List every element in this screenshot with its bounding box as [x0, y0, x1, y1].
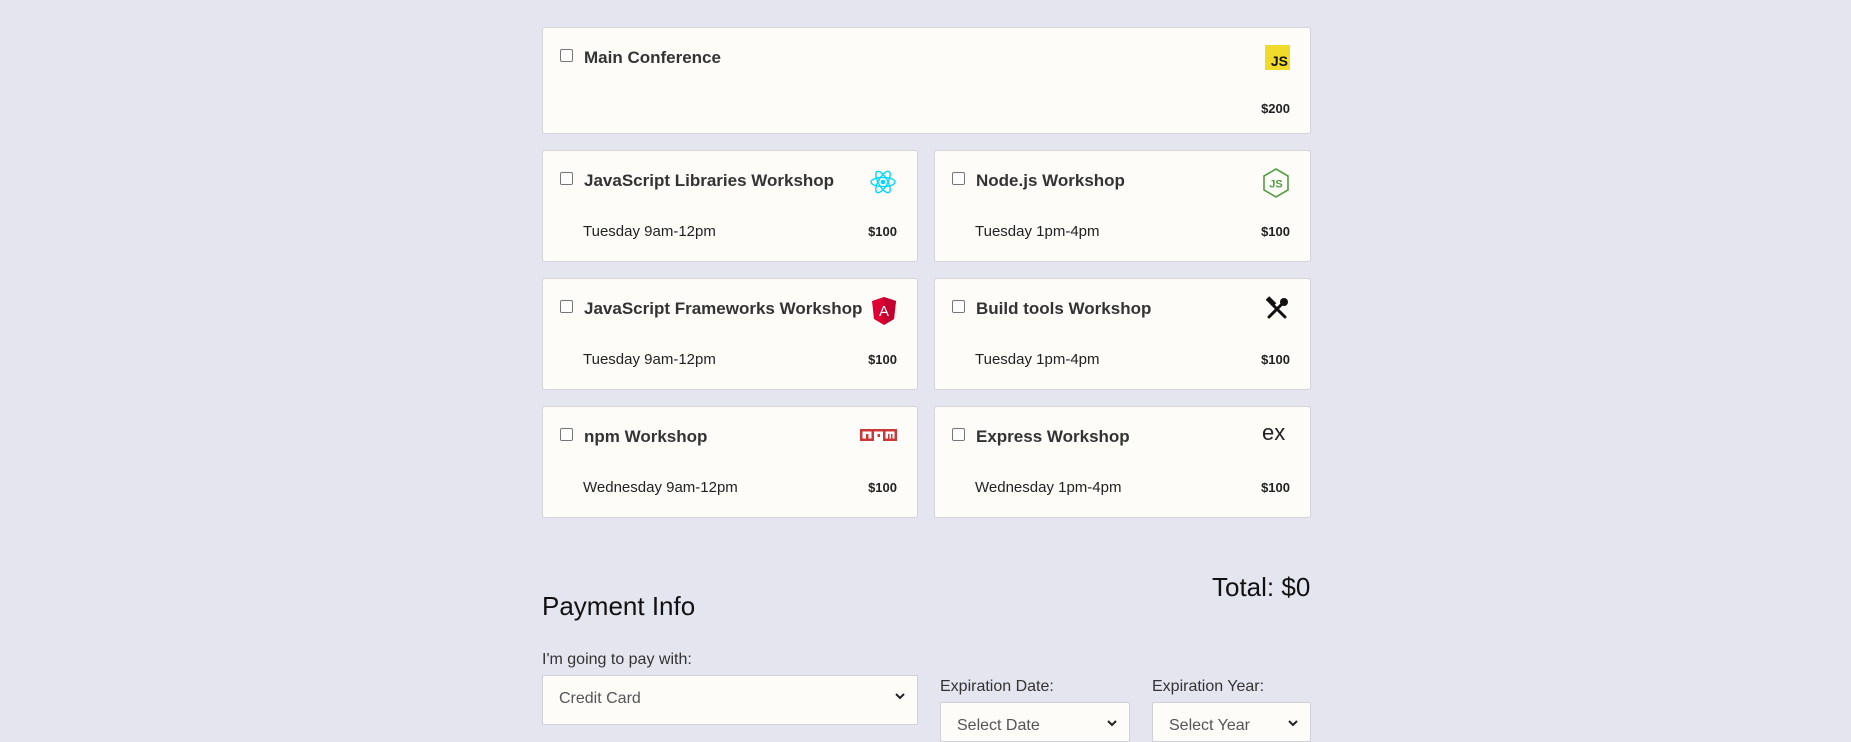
expiration-year-select[interactable]: Select Year — [1152, 702, 1311, 742]
expiration-date-select[interactable]: Select Date — [940, 702, 1130, 742]
chevron-down-icon — [893, 689, 907, 708]
activity-name: JavaScript Libraries Workshop — [584, 171, 835, 190]
js-libraries-checkbox[interactable] — [560, 172, 573, 185]
svg-text:JS: JS — [1269, 179, 1282, 191]
chevron-down-icon — [1105, 716, 1119, 735]
activity-name: Express Workshop — [976, 427, 1130, 446]
activity-npm[interactable]: npm Workshop Wednesday 9am-12pm $100 — [542, 406, 918, 518]
activity-time: Tuesday 1pm-4pm — [975, 223, 1100, 240]
npm-checkbox[interactable] — [560, 428, 573, 441]
activity-time: Tuesday 9am-12pm — [583, 351, 716, 368]
nodejs-checkbox[interactable] — [952, 172, 965, 185]
express-icon: ex — [1262, 420, 1290, 450]
nodejs-icon: JS — [1262, 168, 1290, 203]
activity-name: JavaScript Frameworks Workshop — [584, 299, 863, 318]
react-icon — [869, 168, 897, 201]
activity-price: $100 — [1261, 352, 1290, 367]
activity-time: Wednesday 1pm-4pm — [975, 479, 1122, 496]
svg-text:A: A — [879, 303, 889, 320]
angular-icon: A — [871, 296, 897, 331]
payment-info-title: Payment Info — [542, 591, 696, 621]
activity-price: $100 — [868, 480, 897, 495]
activity-name: Main Conference — [584, 48, 721, 67]
activity-price: $200 — [1261, 101, 1290, 116]
payment-method-select[interactable]: Credit Card — [542, 675, 918, 725]
total-cost: Total: $0 — [1212, 572, 1311, 602]
payment-method-label: I'm going to pay with: — [542, 651, 692, 668]
activity-build-tools[interactable]: Build tools Workshop Tuesday 1pm-4pm $10… — [934, 278, 1311, 390]
payment-method-value: Credit Card — [559, 690, 641, 707]
activity-time: Wednesday 9am-12pm — [583, 479, 738, 496]
npm-icon — [860, 429, 897, 449]
activity-price: $100 — [868, 224, 897, 239]
activity-price: $100 — [868, 352, 897, 367]
tools-icon — [1264, 296, 1290, 327]
expiration-year-label: Expiration Year: — [1152, 678, 1265, 695]
activity-name: Node.js Workshop — [976, 171, 1125, 190]
activity-price: $100 — [1261, 480, 1290, 495]
express-checkbox[interactable] — [952, 428, 965, 441]
js-frameworks-checkbox[interactable] — [560, 300, 573, 313]
main-conference-checkbox[interactable] — [560, 49, 573, 62]
svg-text:ex: ex — [1262, 423, 1285, 445]
activity-time: Tuesday 9am-12pm — [583, 223, 716, 240]
expiration-date-value: Select Date — [957, 717, 1040, 734]
activity-name: Build tools Workshop — [976, 299, 1152, 318]
activity-name: npm Workshop — [584, 427, 708, 446]
activity-js-frameworks[interactable]: JavaScript Frameworks Workshop A Tuesday… — [542, 278, 918, 390]
javascript-icon: JS — [1265, 45, 1290, 70]
activity-nodejs[interactable]: Node.js Workshop JS Tuesday 1pm-4pm $100 — [934, 150, 1311, 262]
activity-express[interactable]: Express Workshop ex Wednesday 1pm-4pm $1… — [934, 406, 1311, 518]
chevron-down-icon — [1286, 716, 1300, 735]
activity-main-conference[interactable]: Main Conference JS $200 — [542, 27, 1311, 134]
expiration-year-value: Select Year — [1169, 717, 1250, 734]
activity-price: $100 — [1261, 224, 1290, 239]
activity-js-libraries[interactable]: JavaScript Libraries Workshop Tuesday 9a… — [542, 150, 918, 262]
expiration-date-label: Expiration Date: — [940, 678, 1054, 695]
activity-time: Tuesday 1pm-4pm — [975, 351, 1100, 368]
build-tools-checkbox[interactable] — [952, 300, 965, 313]
